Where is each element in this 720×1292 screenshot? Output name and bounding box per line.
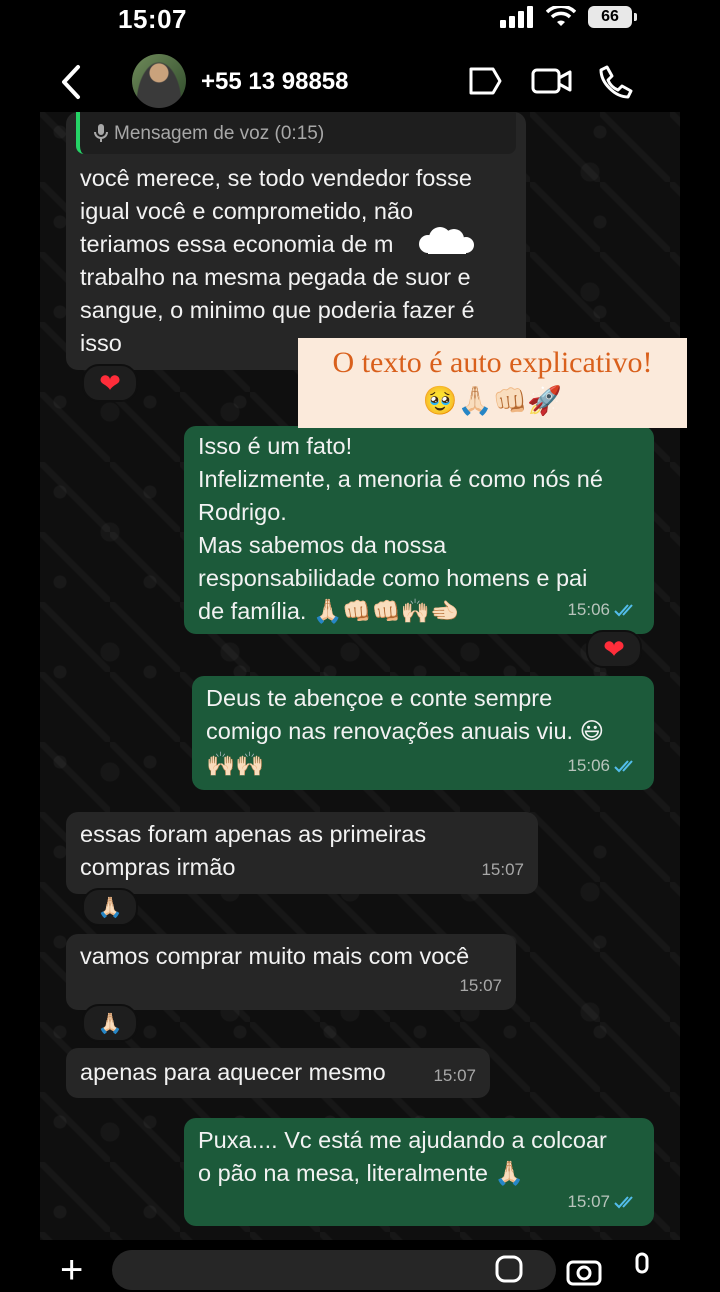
chat-area[interactable]: Mensagem de voz (0:15) você merece, se t… — [40, 112, 680, 1240]
overlay-caption-title: O texto é auto explicativo! — [332, 346, 653, 379]
status-icons: 66 — [500, 6, 637, 28]
battery-indicator: 66 — [588, 6, 637, 28]
message-meta: 15:07 — [481, 853, 524, 886]
reaction-heart[interactable]: ❤ — [82, 364, 138, 402]
message-bubble-incoming[interactable]: essas foram apenas as primeiras compras … — [66, 812, 538, 894]
sticker-icon[interactable] — [494, 1254, 524, 1284]
attach-plus-icon[interactable]: + — [60, 1250, 83, 1290]
voice-call-icon[interactable] — [598, 64, 634, 100]
message-text: apenas para aquecer mesmo — [80, 1059, 386, 1085]
message-time: 15:06 — [567, 600, 610, 619]
message-meta: 15:07 — [567, 1185, 640, 1218]
message-meta: 15:06 — [567, 593, 640, 626]
message-time: 15:07 — [567, 1192, 610, 1211]
label-icon[interactable] — [466, 64, 504, 98]
read-ticks-icon — [614, 1195, 633, 1208]
message-bubble-incoming[interactable]: apenas para aquecer mesmo 15:07 — [66, 1048, 490, 1098]
video-call-icon[interactable] — [530, 64, 574, 98]
message-input[interactable] — [112, 1250, 556, 1290]
message-text: Isso é um fato! Infelizmente, a menoria … — [198, 433, 603, 624]
message-text: vamos comprar muito mais com você — [80, 943, 470, 969]
message-text: Deus te abençoe e conte sempre comigo na… — [206, 685, 605, 777]
message-time: 15:07 — [433, 1066, 476, 1085]
message-meta: 15:07 — [459, 969, 502, 1002]
status-time: 15:07 — [118, 4, 187, 34]
overlay-caption-emojis: 🥹🙏🏻👊🏻🚀 — [422, 386, 563, 417]
chat-header: +55 13 98858 — [0, 44, 720, 120]
message-bubble-incoming[interactable]: Mensagem de voz (0:15) você merece, se t… — [66, 112, 526, 370]
reaction-pray[interactable]: 🙏🏻 — [82, 888, 138, 926]
message-bubble-outgoing[interactable]: Puxa.... Vc está me ajudando a colcoar o… — [184, 1118, 654, 1226]
scribble-cloud-icon — [419, 227, 474, 254]
cellular-signal-icon — [500, 6, 533, 28]
read-ticks-icon — [614, 759, 633, 772]
camera-icon[interactable] — [566, 1256, 602, 1286]
message-meta: 15:06 — [567, 749, 640, 782]
reaction-heart[interactable]: ❤ — [586, 630, 642, 668]
voice-message-label: Mensagem de voz (0:15) — [114, 122, 325, 144]
message-bubble-outgoing[interactable]: Deus te abençoe e conte sempre comigo na… — [192, 676, 654, 790]
contact-name[interactable]: +55 13 98858 — [201, 68, 348, 96]
back-arrow-icon[interactable] — [58, 64, 84, 100]
message-bubble-incoming[interactable]: vamos comprar muito mais com você 15:07 — [66, 934, 516, 1010]
microphone-icon — [94, 124, 108, 142]
message-time: 15:06 — [567, 756, 610, 775]
reaction-pray[interactable]: 🙏🏻 — [82, 1004, 138, 1042]
quoted-voice-message[interactable]: Mensagem de voz (0:15) — [76, 112, 516, 154]
wifi-icon — [546, 6, 576, 26]
message-meta: 15:07 — [433, 1059, 476, 1092]
message-time: 15:07 — [481, 860, 524, 879]
contact-avatar[interactable] — [132, 54, 186, 108]
message-text: essas foram apenas as primeiras compras … — [80, 821, 427, 880]
message-text: Puxa.... Vc está me ajudando a colcoar o… — [198, 1127, 607, 1186]
message-bubble-outgoing[interactable]: Isso é um fato! Infelizmente, a menoria … — [184, 426, 654, 634]
message-time: 15:07 — [459, 976, 502, 995]
message-text: você merece, se todo vendedor fosse igua… — [80, 165, 475, 356]
overlay-caption: O texto é auto explicativo! 🥹🙏🏻👊🏻🚀 — [298, 338, 687, 428]
status-bar: 15:07 66 — [0, 0, 720, 44]
read-ticks-icon — [614, 603, 633, 616]
message-input-bar: + — [0, 1240, 720, 1290]
